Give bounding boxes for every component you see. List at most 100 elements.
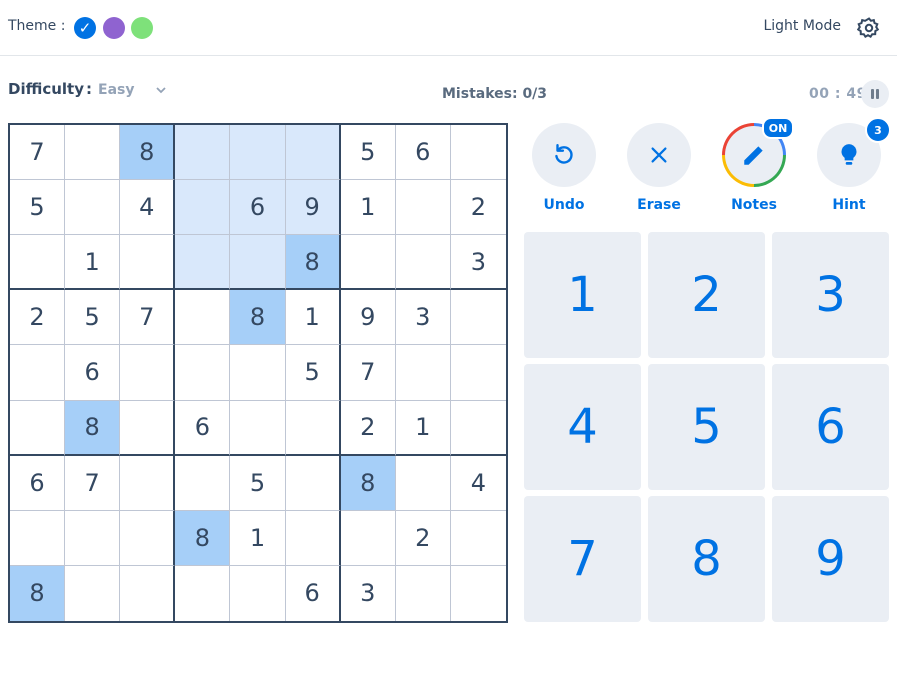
numpad-key-8[interactable]: 8 [648, 496, 765, 622]
sudoku-cell[interactable] [10, 510, 66, 566]
sudoku-cell[interactable] [395, 345, 451, 401]
sudoku-cell[interactable]: 4 [120, 180, 176, 236]
sudoku-cell[interactable] [65, 125, 121, 181]
sudoku-cell[interactable]: 3 [395, 290, 451, 346]
sudoku-cell[interactable]: 5 [10, 180, 66, 236]
notes-button[interactable]: ON Notes [714, 117, 794, 213]
sudoku-cell[interactable]: 6 [285, 565, 341, 621]
sudoku-cell[interactable]: 7 [340, 345, 396, 401]
sudoku-cell[interactable] [10, 400, 66, 456]
sudoku-cell[interactable] [230, 235, 286, 291]
sudoku-cell[interactable] [175, 180, 231, 236]
gear-icon[interactable] [857, 16, 881, 40]
sudoku-cell[interactable] [285, 400, 341, 456]
sudoku-cell[interactable]: 7 [10, 125, 66, 181]
sudoku-cell[interactable] [120, 455, 176, 511]
sudoku-cell[interactable] [285, 125, 341, 181]
numpad-key-7[interactable]: 7 [524, 496, 641, 622]
numpad-key-2[interactable]: 2 [648, 232, 765, 358]
sudoku-cell[interactable]: 2 [340, 400, 396, 456]
sudoku-cell[interactable]: 8 [65, 400, 121, 456]
theme-swatch-purple[interactable] [103, 17, 125, 39]
sudoku-cell[interactable] [450, 290, 506, 346]
hint-circle[interactable]: 3 [817, 117, 891, 187]
sudoku-cell[interactable] [65, 565, 121, 621]
sudoku-cell[interactable]: 1 [285, 290, 341, 346]
sudoku-cell[interactable] [395, 180, 451, 236]
undo-circle[interactable] [532, 123, 596, 187]
sudoku-cell[interactable] [230, 125, 286, 181]
sudoku-cell[interactable] [10, 235, 66, 291]
sudoku-cell[interactable]: 8 [340, 455, 396, 511]
numpad-key-6[interactable]: 6 [772, 364, 889, 490]
hint-button[interactable]: 3 Hint [809, 117, 891, 213]
sudoku-cell[interactable] [395, 565, 451, 621]
numpad-key-9[interactable]: 9 [772, 496, 889, 622]
sudoku-cell[interactable] [120, 510, 176, 566]
sudoku-cell[interactable]: 8 [230, 290, 286, 346]
notes-ring[interactable]: ON [722, 117, 794, 187]
sudoku-cell[interactable] [285, 510, 341, 566]
sudoku-cell[interactable] [120, 400, 176, 456]
sudoku-cell[interactable]: 7 [65, 455, 121, 511]
sudoku-cell[interactable]: 8 [175, 510, 231, 566]
sudoku-cell[interactable] [450, 125, 506, 181]
difficulty-select[interactable]: Easy [98, 82, 134, 98]
sudoku-cell[interactable] [65, 180, 121, 236]
sudoku-cell[interactable] [450, 400, 506, 456]
sudoku-cell[interactable] [230, 400, 286, 456]
sudoku-cell[interactable]: 2 [395, 510, 451, 566]
sudoku-cell[interactable]: 8 [285, 235, 341, 291]
sudoku-cell[interactable]: 3 [340, 565, 396, 621]
sudoku-cell[interactable] [175, 290, 231, 346]
sudoku-cell[interactable]: 1 [395, 400, 451, 456]
sudoku-cell[interactable] [120, 235, 176, 291]
sudoku-cell[interactable]: 1 [340, 180, 396, 236]
sudoku-cell[interactable] [395, 455, 451, 511]
sudoku-cell[interactable] [395, 235, 451, 291]
sudoku-cell[interactable]: 4 [450, 455, 506, 511]
sudoku-cell[interactable]: 6 [175, 400, 231, 456]
sudoku-cell[interactable]: 9 [340, 290, 396, 346]
sudoku-cell[interactable] [65, 510, 121, 566]
sudoku-cell[interactable]: 2 [10, 290, 66, 346]
sudoku-cell[interactable]: 6 [230, 180, 286, 236]
sudoku-cell[interactable] [340, 510, 396, 566]
sudoku-cell[interactable] [175, 565, 231, 621]
sudoku-cell[interactable]: 6 [395, 125, 451, 181]
sudoku-cell[interactable]: 5 [230, 455, 286, 511]
erase-circle[interactable] [627, 123, 691, 187]
sudoku-cell[interactable]: 5 [285, 345, 341, 401]
sudoku-cell[interactable]: 5 [340, 125, 396, 181]
sudoku-cell[interactable] [10, 345, 66, 401]
sudoku-cell[interactable] [340, 235, 396, 291]
sudoku-cell[interactable] [120, 345, 176, 401]
sudoku-cell[interactable]: 8 [120, 125, 176, 181]
sudoku-cell[interactable]: 6 [10, 455, 66, 511]
numpad-key-1[interactable]: 1 [524, 232, 641, 358]
sudoku-cell[interactable]: 7 [120, 290, 176, 346]
sudoku-cell[interactable] [175, 455, 231, 511]
sudoku-cell[interactable]: 3 [450, 235, 506, 291]
numpad-key-5[interactable]: 5 [648, 364, 765, 490]
theme-swatch-blue[interactable] [74, 17, 96, 39]
sudoku-cell[interactable] [230, 565, 286, 621]
sudoku-cell[interactable]: 6 [65, 345, 121, 401]
sudoku-cell[interactable]: 1 [65, 235, 121, 291]
numpad-key-4[interactable]: 4 [524, 364, 641, 490]
sudoku-cell[interactable]: 2 [450, 180, 506, 236]
sudoku-cell[interactable] [285, 455, 341, 511]
pause-button[interactable] [861, 80, 889, 108]
sudoku-cell[interactable]: 1 [230, 510, 286, 566]
sudoku-cell[interactable] [450, 565, 506, 621]
sudoku-cell[interactable] [230, 345, 286, 401]
sudoku-cell[interactable]: 5 [65, 290, 121, 346]
erase-button[interactable]: Erase [619, 123, 699, 213]
sudoku-cell[interactable] [120, 565, 176, 621]
sudoku-cell[interactable] [175, 125, 231, 181]
sudoku-cell[interactable] [450, 345, 506, 401]
undo-button[interactable]: Undo [524, 123, 604, 213]
sudoku-cell[interactable] [450, 510, 506, 566]
sudoku-cell[interactable]: 8 [10, 565, 66, 621]
theme-swatch-green[interactable] [131, 17, 153, 39]
